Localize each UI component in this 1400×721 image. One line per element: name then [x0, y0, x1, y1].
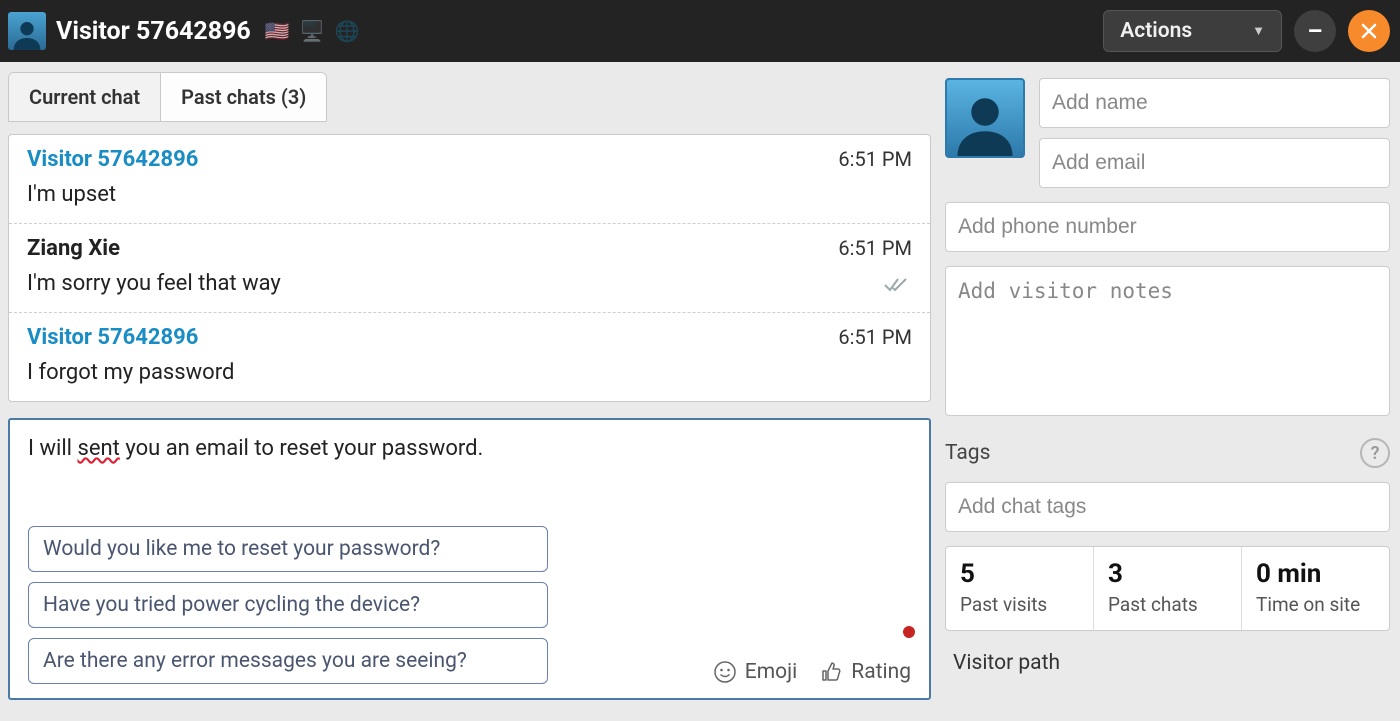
- message-body: I forgot my password: [27, 360, 912, 385]
- smile-icon: [713, 660, 737, 684]
- chat-window-header: Visitor 57642896 🇺🇸 🖥️ 🌐 Actions ▼ –: [0, 0, 1400, 62]
- visitor-notes-input[interactable]: [945, 266, 1390, 416]
- message-author: Visitor 57642896: [27, 325, 198, 350]
- message-body: I'm sorry you feel that way: [27, 271, 912, 296]
- visitor-stats: 5 Past visits 3 Past chats 0 min Time on…: [945, 546, 1390, 631]
- spelling-error[interactable]: sent: [77, 436, 119, 461]
- close-icon: [1360, 22, 1378, 40]
- actions-dropdown[interactable]: Actions ▼: [1103, 10, 1282, 52]
- stat-past-visits[interactable]: 5 Past visits: [946, 547, 1093, 630]
- suggestion-list: Would you like me to reset your password…: [28, 526, 548, 684]
- chevron-down-icon: ▼: [1252, 23, 1265, 39]
- emoji-picker-button[interactable]: Emoji: [713, 660, 797, 684]
- recording-indicator-icon: [903, 626, 915, 638]
- message-time: 6:51 PM: [838, 236, 912, 260]
- visitor-avatar[interactable]: [945, 78, 1025, 158]
- composer-text[interactable]: I will sent you an email to reset your p…: [28, 436, 911, 516]
- message-author: Visitor 57642896: [27, 147, 198, 172]
- suggestion-item[interactable]: Have you tried power cycling the device?: [28, 582, 548, 628]
- desktop-icon: 🖥️: [300, 19, 325, 43]
- tab-current-chat[interactable]: Current chat: [9, 73, 160, 121]
- read-receipt-icon: [884, 274, 910, 298]
- help-icon[interactable]: ?: [1360, 438, 1390, 468]
- close-button[interactable]: [1348, 10, 1390, 52]
- tags-label: Tags: [945, 441, 990, 465]
- chat-message: Visitor 57642896 6:51 PM I'm upset: [9, 135, 930, 224]
- chat-panel: Current chat Past chats (3) Visitor 5764…: [0, 62, 935, 721]
- stat-time-on-site[interactable]: 0 min Time on site: [1241, 547, 1389, 630]
- suggestion-item[interactable]: Would you like me to reset your password…: [28, 526, 548, 572]
- chat-message: Ziang Xie 6:51 PM I'm sorry you feel tha…: [9, 224, 930, 313]
- rating-button[interactable]: Rating: [819, 660, 911, 684]
- chat-message: Visitor 57642896 6:51 PM I forgot my pas…: [9, 313, 930, 401]
- stat-past-chats[interactable]: 3 Past chats: [1093, 547, 1241, 630]
- message-composer[interactable]: I will sent you an email to reset your p…: [8, 418, 931, 700]
- visitor-path-heading: Visitor path: [945, 645, 1390, 675]
- message-author: Ziang Xie: [27, 236, 120, 261]
- visitor-name-input[interactable]: [1039, 78, 1390, 128]
- chat-log: Visitor 57642896 6:51 PM I'm upset Ziang…: [8, 134, 931, 402]
- minimize-button[interactable]: –: [1294, 10, 1336, 52]
- visitor-phone-input[interactable]: [945, 202, 1390, 252]
- visitor-email-input[interactable]: [1039, 138, 1390, 188]
- message-time: 6:51 PM: [838, 147, 912, 171]
- thumbs-up-icon: [819, 660, 843, 684]
- header-avatar: [8, 12, 46, 50]
- message-body: I'm upset: [27, 182, 912, 207]
- flag-us-icon: 🇺🇸: [265, 19, 290, 43]
- chat-tags-input[interactable]: [945, 482, 1390, 532]
- visitor-title: Visitor 57642896: [56, 17, 251, 46]
- actions-label: Actions: [1120, 19, 1192, 43]
- visitor-sidebar: Tags ? 5 Past visits 3 Past chats 0 min …: [935, 62, 1400, 721]
- suggestion-item[interactable]: Are there any error messages you are see…: [28, 638, 548, 684]
- message-time: 6:51 PM: [838, 325, 912, 349]
- chat-tabs: Current chat Past chats (3): [8, 72, 327, 122]
- tab-past-chats[interactable]: Past chats (3): [160, 73, 326, 121]
- globe-icon: 🌐: [335, 19, 360, 43]
